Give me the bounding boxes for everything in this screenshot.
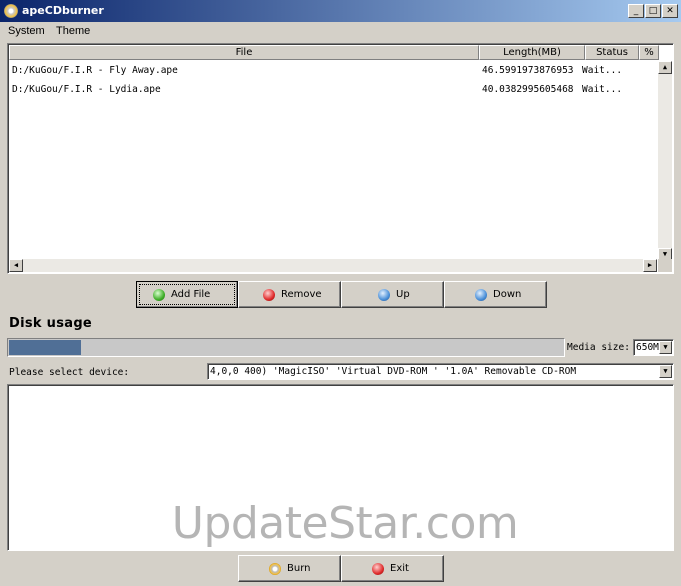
disk-usage-title: Disk usage [9, 316, 93, 331]
media-size-value: 650M [636, 342, 659, 353]
red-minus-icon [263, 289, 275, 301]
title-bar: apeCDburner _ □ ✕ [0, 0, 681, 22]
column-header-percent[interactable]: % [639, 45, 659, 60]
remove-label: Remove [281, 289, 322, 300]
down-button[interactable]: Down [444, 281, 547, 308]
file-path: D:/KuGou/F.I.R - Lydia.ape [12, 84, 161, 95]
watermark: UpdateStar.com [171, 498, 519, 549]
add-file-label: Add File [171, 289, 211, 300]
menu-bar: System Theme [0, 22, 681, 42]
window-title: apeCDburner [22, 4, 104, 17]
scroll-up-arrow-icon[interactable]: ▲ [658, 61, 672, 74]
scroll-right-arrow-icon[interactable]: ▶ [643, 259, 657, 272]
vertical-scrollbar[interactable]: ▲ ▼ [658, 61, 672, 261]
column-header-length[interactable]: Length(MB) [479, 45, 585, 60]
media-size-select[interactable]: 650M ▼ [633, 339, 674, 356]
scroll-left-arrow-icon[interactable]: ◀ [9, 259, 23, 272]
remove-button[interactable]: Remove [238, 281, 341, 308]
column-header-file[interactable]: File [9, 45, 479, 60]
file-length: 40.0382995605468 [482, 84, 574, 95]
menu-theme[interactable]: Theme [56, 25, 90, 37]
file-path: D:/KuGou/F.I.R - Fly Away.ape [12, 65, 178, 76]
close-button[interactable]: ✕ [662, 4, 678, 18]
column-header-status[interactable]: Status [585, 45, 639, 60]
chevron-down-icon[interactable]: ▼ [659, 341, 672, 354]
app-cd-icon [4, 4, 18, 18]
burn-label: Burn [287, 563, 311, 574]
file-length: 46.5991973876953 [482, 65, 574, 76]
chevron-down-icon[interactable]: ▼ [659, 365, 672, 378]
file-status: Wait... [582, 84, 623, 95]
file-list[interactable]: File Length(MB) Status % D:/KuGou/F.I.R … [7, 43, 674, 274]
disk-usage-progress [7, 338, 565, 357]
scrollbar-corner [658, 259, 672, 272]
red-exit-icon [372, 563, 384, 575]
exit-label: Exit [390, 563, 409, 574]
disk-usage-fill [9, 340, 81, 355]
device-value: 4,0,0 400) 'MagicISO' 'Virtual DVD-ROM '… [210, 366, 577, 377]
burn-button[interactable]: Burn [238, 555, 341, 582]
table-row[interactable]: D:/KuGou/F.I.R - Fly Away.ape 46.5991973… [12, 65, 652, 79]
minimize-button[interactable]: _ [628, 4, 644, 18]
horizontal-scrollbar[interactable]: ◀ ▶ [9, 259, 657, 272]
up-label: Up [396, 289, 410, 300]
add-file-button[interactable]: Add File [136, 281, 238, 308]
up-button[interactable]: Up [341, 281, 444, 308]
cd-disc-icon [269, 563, 281, 575]
exit-button[interactable]: Exit [341, 555, 444, 582]
device-label: Please select device: [9, 367, 130, 378]
device-select[interactable]: 4,0,0 400) 'MagicISO' 'Virtual DVD-ROM '… [207, 363, 674, 380]
maximize-button[interactable]: □ [645, 4, 661, 18]
media-size-label: Media size: [567, 342, 630, 353]
table-row[interactable]: D:/KuGou/F.I.R - Lydia.ape 40.0382995605… [12, 84, 652, 98]
menu-system[interactable]: System [8, 25, 45, 37]
green-plus-icon [153, 289, 165, 301]
blue-down-icon [475, 289, 487, 301]
file-status: Wait... [582, 65, 623, 76]
blue-up-icon [378, 289, 390, 301]
down-label: Down [493, 289, 522, 300]
